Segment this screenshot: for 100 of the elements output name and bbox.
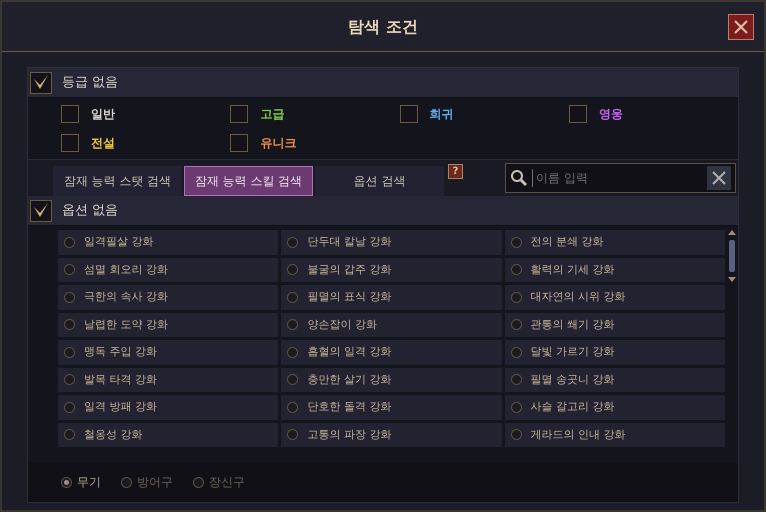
radio-button[interactable]	[287, 264, 298, 276]
tab[interactable]: 옵션 검색	[315, 166, 444, 196]
skill-option[interactable]: 달빛 가르기 강화	[504, 340, 725, 364]
skill-label: 흡혈의 일격 강화	[307, 344, 392, 360]
skill-option[interactable]: 맹독 주입 강화	[58, 340, 278, 364]
grade-label: 희귀	[430, 106, 454, 123]
search-icon	[510, 169, 528, 187]
skill-label: 필멸의 표식 강화	[307, 289, 392, 305]
tab[interactable]: 잠재 능력 스킬 검색	[184, 166, 313, 196]
skill-option[interactable]: 날렵한 도약 강화	[58, 312, 278, 337]
radio-button[interactable]	[64, 264, 75, 276]
radio-button[interactable]	[287, 429, 298, 440]
scrollbar-thumb[interactable]	[728, 230, 736, 282]
radio-button[interactable]	[510, 264, 522, 276]
radio-button[interactable]	[510, 292, 522, 303]
option-filter-label: 옵션 없음	[62, 202, 118, 220]
grade-label: 유니크	[260, 135, 296, 152]
skill-option[interactable]: 게라드의 인내 강화	[504, 422, 725, 447]
search-input[interactable]: 이름 입력	[532, 169, 703, 187]
skill-label: 전의 분쇄 강화	[530, 234, 604, 250]
skill-option[interactable]: 사슬 갈고리 강화	[504, 395, 725, 420]
skill-option[interactable]: 관통의 쐐기 강화	[504, 312, 725, 337]
skill-option[interactable]: 필멸 송곳니 강화	[504, 368, 725, 392]
skill-label: 달빛 가르기 강화	[530, 344, 615, 360]
skill-option[interactable]: 발목 타격 강화	[58, 368, 278, 392]
radio-button[interactable]	[510, 374, 522, 386]
radio-button[interactable]	[121, 476, 132, 488]
skill-option[interactable]: 전의 분쇄 강화	[504, 230, 725, 254]
skill-label: 일격 방패 강화	[84, 399, 157, 415]
radio-button[interactable]	[510, 236, 522, 248]
radio-button[interactable]	[64, 292, 75, 303]
skill-option[interactable]: 흡혈의 일격 강화	[281, 340, 502, 364]
radio-button[interactable]	[287, 236, 298, 248]
grade-label: 일반	[91, 106, 115, 123]
checkbox[interactable]	[230, 134, 248, 152]
equipment-type-label: 장신구	[209, 474, 245, 491]
tab[interactable]: 잠재 능력 스탯 검색	[53, 166, 182, 196]
radio-button[interactable]	[64, 346, 75, 358]
radio-button[interactable]	[64, 319, 75, 330]
skill-label: 사슬 갈고리 강화	[530, 399, 615, 415]
skill-option[interactable]: 고통의 파장 강화	[281, 422, 502, 447]
radio-button[interactable]	[64, 236, 75, 248]
radio-button[interactable]	[64, 374, 75, 386]
checkbox[interactable]	[61, 105, 79, 123]
help-button[interactable]: ?	[448, 164, 463, 178]
checkbox[interactable]	[30, 72, 52, 94]
equipment-type-label: 무기	[77, 474, 101, 491]
radio-button[interactable]	[287, 402, 298, 413]
skill-label: 관통의 쐐기 강화	[530, 316, 615, 332]
skill-option[interactable]: 단호한 돌격 강화	[281, 395, 502, 420]
checkbox[interactable]	[400, 105, 418, 123]
skill-option[interactable]: 불굴의 갑주 강화	[281, 258, 502, 282]
checkbox[interactable]	[30, 200, 52, 222]
skill-option[interactable]: 대자연의 시위 강화	[504, 285, 725, 310]
skill-option[interactable]: 일격 방패 강화	[58, 395, 278, 420]
skill-label: 발목 타격 강화	[84, 372, 157, 388]
close-button[interactable]	[728, 14, 754, 40]
radio-button[interactable]	[287, 292, 298, 303]
skill-label: 일격필살 강화	[84, 234, 154, 250]
skill-option[interactable]: 섬멸 회오리 강화	[58, 258, 278, 282]
clear-button[interactable]	[707, 166, 731, 190]
skill-option[interactable]: 필멸의 표식 강화	[281, 285, 502, 310]
radio-button[interactable]	[64, 429, 75, 440]
skill-label: 철옹성 강화	[84, 426, 142, 442]
grade-label: 영웅	[598, 106, 623, 123]
skill-option[interactable]: 극한의 속사 강화	[58, 285, 278, 310]
skill-label: 맹독 주입 강화	[84, 344, 157, 360]
radio-button[interactable]	[510, 319, 522, 330]
skill-option[interactable]: 양손잡이 강화	[281, 312, 502, 337]
skill-option[interactable]: 활력의 기세 강화	[504, 258, 725, 282]
skill-label: 게라드의 인내 강화	[530, 426, 626, 442]
radio-button[interactable]	[510, 346, 522, 358]
skill-label: 고통의 파장 강화	[307, 426, 392, 442]
radio-button[interactable]	[64, 402, 75, 413]
skill-label: 극한의 속사 강화	[84, 289, 168, 305]
close-icon	[712, 171, 726, 185]
check-icon	[32, 74, 50, 92]
skill-label: 날렵한 도약 강화	[84, 316, 168, 332]
radio-button[interactable]	[510, 429, 522, 440]
checkbox[interactable]	[230, 105, 248, 123]
skill-option[interactable]: 일격필살 강화	[58, 230, 278, 254]
search-field[interactable]: 이름 입력	[505, 163, 736, 193]
window-title: 탐색 조건	[348, 16, 418, 38]
checkbox[interactable]	[61, 134, 79, 152]
radio-button[interactable]	[193, 476, 204, 488]
radio-button[interactable]	[61, 476, 72, 488]
skill-label: 섬멸 회오리 강화	[84, 262, 168, 278]
checkbox[interactable]	[568, 105, 587, 123]
skill-option[interactable]: 충만한 살기 강화	[281, 368, 502, 392]
radio-button[interactable]	[287, 346, 298, 358]
skill-option[interactable]: 철옹성 강화	[58, 422, 278, 447]
radio-button[interactable]	[510, 402, 522, 413]
skill-option[interactable]: 단두대 칼날 강화	[281, 230, 502, 254]
skill-label: 활력의 기세 강화	[530, 262, 615, 278]
radio-button[interactable]	[287, 374, 298, 386]
radio-button[interactable]	[287, 319, 298, 330]
skill-label: 양손잡이 강화	[307, 316, 377, 332]
grade-filter-label: 등급 없음	[62, 74, 118, 92]
equipment-type-label: 방어구	[137, 474, 173, 491]
skill-label: 단두대 칼날 강화	[307, 234, 392, 250]
